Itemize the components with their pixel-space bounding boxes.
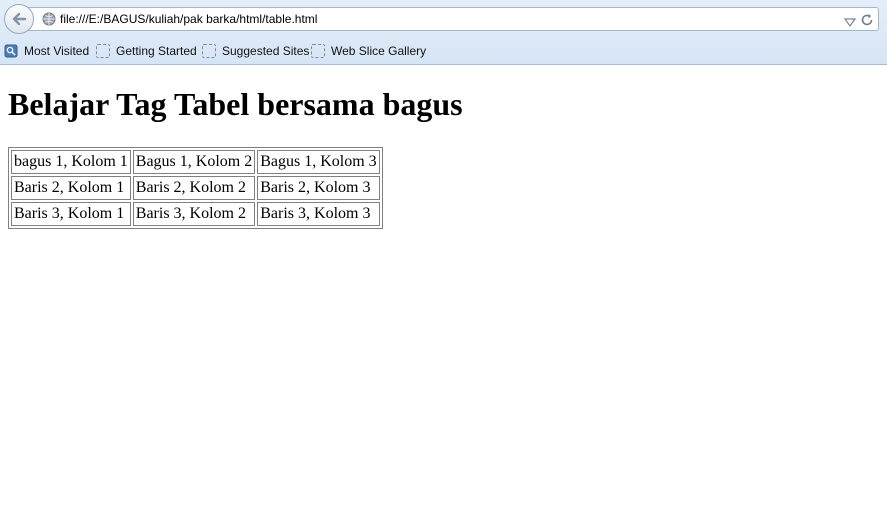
bookmark-label: Web Slice Gallery xyxy=(331,44,427,58)
table-cell: Bagus 1, Kolom 2 xyxy=(132,150,256,174)
bookmark-web-slice-gallery[interactable]: Web Slice Gallery xyxy=(311,41,426,61)
page-placeholder-icon xyxy=(202,44,216,58)
bookmark-label: Getting Started xyxy=(116,44,197,58)
back-arrow-icon xyxy=(12,12,27,26)
bookmark-getting-started[interactable]: Getting Started xyxy=(96,41,197,61)
table-cell: bagus 1, Kolom 1 xyxy=(11,150,131,174)
table-row: bagus 1, Kolom 1 Bagus 1, Kolom 2 Bagus … xyxy=(11,150,380,174)
url-text[interactable]: file:///E:/BAGUS/kuliah/pak barka/html/t… xyxy=(60,12,317,26)
table-cell: Baris 3, Kolom 3 xyxy=(257,202,380,226)
bookmarks-toolbar: Most Visited Getting Started Suggested S… xyxy=(0,41,887,61)
data-table: bagus 1, Kolom 1 Bagus 1, Kolom 2 Bagus … xyxy=(8,147,383,229)
bookmark-label: Suggested Sites xyxy=(222,44,310,58)
history-dropdown-icon[interactable] xyxy=(843,13,857,28)
table-cell: Baris 3, Kolom 2 xyxy=(132,202,256,226)
navigation-bar: file:///E:/BAGUS/kuliah/pak barka/html/t… xyxy=(0,0,887,38)
page-placeholder-icon xyxy=(311,44,325,58)
table-cell: Baris 2, Kolom 2 xyxy=(132,176,256,200)
reload-icon[interactable] xyxy=(860,12,874,26)
table-row: Baris 3, Kolom 1 Baris 3, Kolom 2 Baris … xyxy=(11,202,380,226)
globe-icon xyxy=(41,11,57,27)
bookmarks-folder-icon xyxy=(4,44,18,58)
table-cell: Baris 3, Kolom 1 xyxy=(11,202,131,226)
browser-chrome: file:///E:/BAGUS/kuliah/pak barka/html/t… xyxy=(0,0,887,65)
page-placeholder-icon xyxy=(96,44,110,58)
table-row: Baris 2, Kolom 1 Baris 2, Kolom 2 Baris … xyxy=(11,176,380,200)
table-cell: Bagus 1, Kolom 3 xyxy=(257,150,380,174)
url-bar[interactable]: file:///E:/BAGUS/kuliah/pak barka/html/t… xyxy=(28,7,879,31)
bookmark-most-visited[interactable]: Most Visited xyxy=(4,41,89,61)
back-button[interactable] xyxy=(4,4,34,34)
table-cell: Baris 2, Kolom 1 xyxy=(11,176,131,200)
table-cell: Baris 2, Kolom 3 xyxy=(257,176,380,200)
bookmark-label: Most Visited xyxy=(24,44,90,58)
page-heading: Belajar Tag Tabel bersama bagus xyxy=(8,86,463,122)
bookmark-suggested-sites[interactable]: Suggested Sites xyxy=(202,41,309,61)
